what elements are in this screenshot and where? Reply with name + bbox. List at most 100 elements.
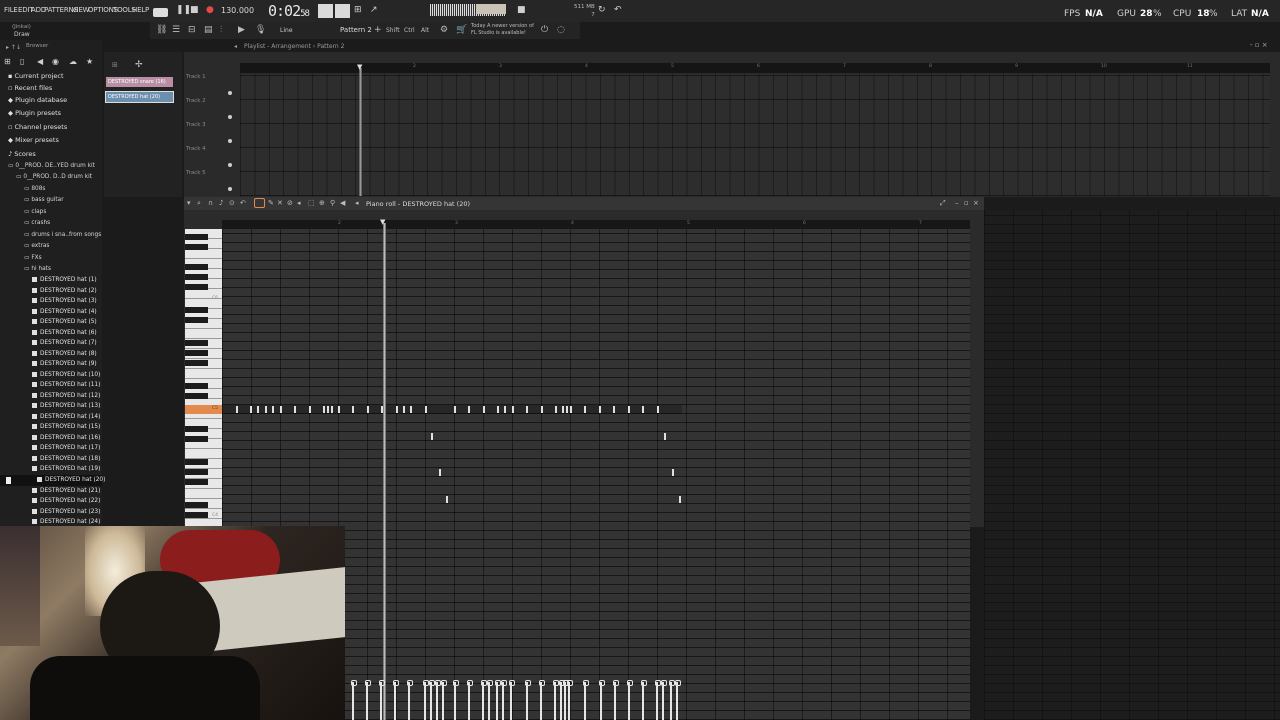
velocity-bar[interactable] (508, 680, 514, 720)
note[interactable] (323, 406, 325, 413)
refresh-icon[interactable]: ↻ (598, 5, 606, 15)
black-key[interactable] (185, 383, 208, 389)
sample-item[interactable]: DESTROYED hat (12) (32, 393, 100, 399)
track-label[interactable]: Track 5 (186, 170, 206, 176)
undo-icon[interactable]: ↶ (240, 199, 246, 207)
note[interactable] (280, 406, 282, 413)
velocity-bar[interactable] (598, 680, 604, 720)
note[interactable] (250, 406, 252, 413)
note[interactable] (236, 406, 238, 413)
sample-item[interactable]: DESTROYED hat (24) (32, 519, 100, 525)
piano-roll-icon[interactable]: ⊟ (188, 25, 196, 35)
velocity-bar[interactable] (674, 680, 680, 720)
song-pattern-toggle[interactable] (153, 8, 168, 17)
folder-drum-kit-1[interactable]: ▭ 0__PROD. DE..YED drum kit (8, 163, 95, 169)
velocity-bar[interactable] (566, 680, 572, 720)
stop-icon[interactable]: ■ (190, 5, 199, 15)
browser-all-icon[interactable]: ⊞ (4, 57, 11, 66)
sample-item-selected[interactable]: DESTROYED hat (20) (37, 477, 105, 483)
velocity-bar[interactable] (406, 680, 412, 720)
black-key[interactable] (185, 393, 208, 399)
play-arrow-icon[interactable]: ▶ (238, 25, 245, 35)
note[interactable] (431, 433, 433, 440)
note[interactable] (512, 406, 514, 413)
black-key[interactable] (185, 284, 208, 290)
black-key[interactable] (185, 479, 208, 485)
note[interactable] (338, 406, 340, 413)
piano-roll-ruler[interactable] (222, 220, 970, 229)
track-label[interactable]: Track 4 (186, 146, 206, 152)
velocity-bar[interactable] (486, 680, 492, 720)
track-mute-dot[interactable] (228, 187, 232, 191)
velocity-bar[interactable] (660, 680, 666, 720)
black-key[interactable] (185, 459, 208, 465)
channel-filter-icon[interactable]: ⊞ (112, 61, 118, 69)
sample-item[interactable]: DESTROYED hat (10) (32, 372, 100, 378)
sample-item[interactable]: DESTROYED hat (3) (32, 298, 97, 304)
time-display[interactable]: 0:0258 (268, 2, 310, 20)
velocity-lane[interactable] (346, 674, 686, 720)
metronome-icon[interactable] (318, 4, 333, 18)
sample-item[interactable]: DESTROYED hat (5) (32, 319, 97, 325)
master-volume[interactable] (476, 4, 506, 14)
add-pattern-icon[interactable]: + (374, 25, 382, 35)
black-key[interactable] (185, 512, 208, 518)
channel-add-icon[interactable]: ✢ (135, 60, 143, 70)
note[interactable] (566, 406, 568, 413)
black-key[interactable] (185, 426, 208, 432)
playlist-icon[interactable]: ☰ (172, 25, 180, 35)
velocity-bar[interactable] (494, 680, 500, 720)
note[interactable] (664, 433, 666, 440)
note[interactable] (396, 406, 398, 413)
velocity-bar[interactable] (582, 680, 588, 720)
note[interactable] (526, 406, 528, 413)
sample-item[interactable]: DESTROYED hat (14) (32, 414, 100, 420)
velocity-bar[interactable] (654, 680, 660, 720)
browser-item-scores[interactable]: ♪ Scores (8, 150, 36, 158)
note[interactable] (570, 406, 572, 413)
velocity-bar[interactable] (562, 680, 568, 720)
sample-item[interactable]: DESTROYED hat (21) (32, 488, 100, 494)
sample-item[interactable]: DESTROYED hat (17) (32, 445, 100, 451)
folder-crashs[interactable]: ▭ crashs (24, 220, 50, 226)
note[interactable] (352, 406, 354, 413)
piano-roll-close-icon[interactable]: × (973, 199, 979, 207)
menu-help[interactable]: HELP (132, 6, 149, 14)
note[interactable] (327, 406, 329, 413)
black-key[interactable] (185, 307, 208, 313)
playlist-arrow-icon[interactable]: ◂ (234, 43, 237, 50)
note[interactable] (446, 496, 448, 503)
browser-star-icon[interactable]: ★ (86, 57, 93, 66)
sample-item[interactable]: DESTROYED hat (4) (32, 309, 97, 315)
pattern-selector[interactable]: Pattern 2 (340, 26, 372, 34)
folder-fxs[interactable]: ▭ FXs (24, 255, 42, 261)
sample-item[interactable]: DESTROYED hat (19) (32, 466, 100, 472)
browser-files-icon[interactable]: ▯ (20, 57, 24, 66)
speaker-icon[interactable]: ◀ (340, 199, 345, 207)
playlist-song-marker-icon[interactable]: ▼ (357, 63, 362, 71)
velocity-bar[interactable] (392, 680, 398, 720)
channel-rack-icon[interactable]: ▤ (204, 25, 213, 35)
velocity-bar[interactable] (538, 680, 544, 720)
browser-item-plugin-database[interactable]: ◆ Plugin database (8, 96, 67, 104)
sample-item[interactable]: DESTROYED hat (11) (32, 382, 100, 388)
select-tool-icon[interactable]: ⬚ (308, 199, 315, 207)
draw-mode-select[interactable]: Line (280, 27, 293, 34)
note[interactable] (425, 406, 427, 413)
black-key[interactable] (185, 469, 208, 475)
playlist-playhead[interactable] (359, 68, 362, 196)
browser-item-channel-presets[interactable]: ▫ Channel presets (8, 123, 67, 131)
velocity-bar[interactable] (480, 680, 486, 720)
menu-view[interactable]: VIEW (72, 6, 90, 14)
folder-808s[interactable]: ▭ 808s (24, 186, 45, 192)
sample-item[interactable]: DESTROYED hat (18) (32, 456, 100, 462)
note[interactable] (468, 406, 470, 413)
cart-icon[interactable]: 🛒 (456, 25, 467, 35)
note[interactable] (642, 406, 644, 413)
velocity-bar[interactable] (364, 680, 370, 720)
menu-file[interactable]: FILE (4, 6, 18, 14)
browser-item-current-project[interactable]: ▪ Current project (8, 72, 64, 80)
track-mute-dot[interactable] (228, 139, 232, 143)
note[interactable] (257, 406, 259, 413)
snap-icon[interactable]: ⛓ (156, 25, 167, 35)
